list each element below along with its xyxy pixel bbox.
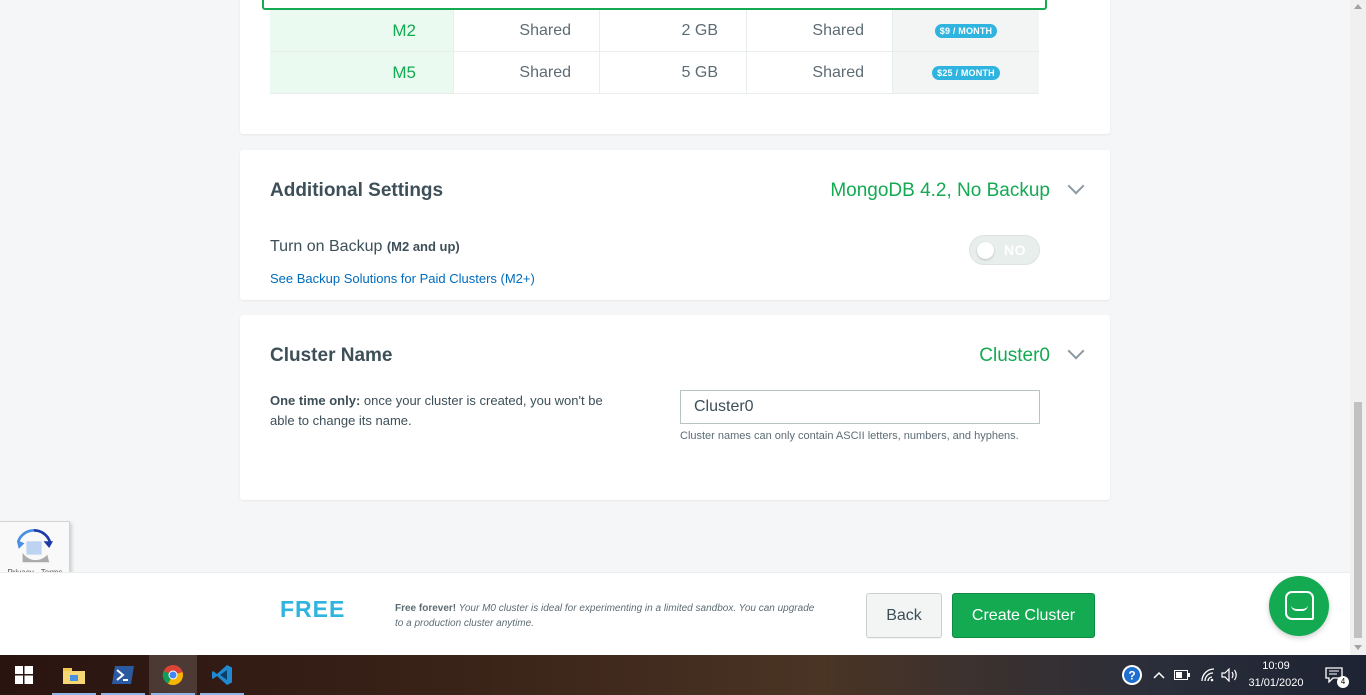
tier-name: M5	[270, 52, 454, 93]
wifi-icon	[1201, 668, 1215, 682]
chrome-icon	[162, 665, 183, 686]
tier-storage: 2 GB	[600, 10, 747, 51]
chat-icon[interactable]	[1269, 576, 1329, 636]
windows-taskbar: ? 10:09 31/01/2020 4	[0, 655, 1366, 695]
taskbar-chrome[interactable]	[149, 655, 197, 695]
scrollbar-thumb[interactable]	[1354, 402, 1362, 638]
powershell-icon	[112, 666, 134, 684]
backup-label: Turn on Backup (M2 and up)	[270, 238, 460, 256]
tier-table: M2 Shared 2 GB Shared $9 / MONTH M5 Shar…	[270, 10, 1039, 94]
main-content: M2 Shared 2 GB Shared $9 / MONTH M5 Shar…	[0, 0, 1350, 572]
backup-label-text: Turn on Backup	[270, 238, 383, 255]
help-tray[interactable]: ?	[1120, 655, 1144, 695]
tier-row-m2[interactable]: M2 Shared 2 GB Shared $9 / MONTH	[270, 10, 1039, 52]
taskbar-powershell[interactable]	[99, 655, 147, 695]
chevron-up-icon	[1153, 671, 1165, 679]
selected-tier-frame	[262, 0, 1047, 10]
battery-icon	[1174, 670, 1190, 680]
clock-date: 31/01/2020	[1248, 677, 1304, 689]
cluster-name-card: Cluster Name Cluster0 One time only: onc…	[240, 315, 1110, 500]
create-cluster-button[interactable]: Create Cluster	[952, 593, 1095, 638]
scroll-up-icon[interactable]	[1354, 4, 1362, 9]
vscode-icon	[212, 665, 232, 685]
scroll-down-icon[interactable]	[1354, 645, 1362, 650]
additional-settings-title[interactable]: Additional Settings	[270, 180, 443, 202]
wifi-tray[interactable]	[1198, 655, 1218, 695]
battery-tray[interactable]	[1172, 655, 1192, 695]
folder-icon	[63, 668, 85, 684]
cluster-name-summary[interactable]: Cluster0	[979, 345, 1050, 367]
footer-note-bold: Free forever!	[395, 603, 457, 614]
additional-settings-summary[interactable]: MongoDB 4.2, No Backup	[830, 180, 1050, 202]
windows-logo-icon	[15, 666, 33, 684]
toggle-knob	[977, 242, 994, 259]
tier-ram: Shared	[454, 10, 600, 51]
create-cluster-footer: FREE Free forever! Your M0 cluster is id…	[0, 572, 1350, 655]
show-hidden-icons[interactable]	[1150, 655, 1168, 695]
taskbar-vscode[interactable]	[198, 655, 246, 695]
additional-settings-card: Additional Settings MongoDB 4.2, No Back…	[240, 150, 1110, 300]
cluster-tier-card: M2 Shared 2 GB Shared $9 / MONTH M5 Shar…	[240, 0, 1110, 134]
back-button[interactable]: Back	[866, 593, 942, 638]
tier-price-cell: $9 / MONTH	[893, 10, 1039, 51]
footer-note-text: Your M0 cluster is ideal for experimenti…	[395, 603, 815, 629]
backup-qualifier: (M2 and up)	[386, 239, 460, 254]
toggle-state-label: NO	[1004, 242, 1026, 258]
cluster-name-input[interactable]	[680, 390, 1040, 424]
tier-cpu: Shared	[747, 10, 893, 51]
start-button[interactable]	[0, 655, 48, 695]
action-center[interactable]	[1322, 655, 1346, 695]
tier-cpu: Shared	[747, 52, 893, 93]
tier-price-badge: $25 / MONTH	[932, 65, 1000, 80]
notification-count-badge: 4	[1337, 676, 1349, 688]
chevron-down-icon[interactable]	[1067, 342, 1085, 360]
taskbar-clock[interactable]: 10:09 31/01/2020	[1236, 658, 1316, 692]
footer-note: Free forever! Your M0 cluster is ideal f…	[395, 601, 815, 631]
tier-row-m5[interactable]: M5 Shared 5 GB Shared $25 / MONTH	[270, 52, 1039, 94]
cluster-name-title[interactable]: Cluster Name	[270, 345, 393, 367]
backup-toggle[interactable]: NO	[969, 235, 1040, 265]
chevron-down-icon[interactable]	[1067, 177, 1085, 195]
help-icon: ?	[1122, 665, 1142, 685]
backup-solutions-link[interactable]: See Backup Solutions for Paid Clusters (…	[270, 271, 535, 286]
note-bold: One time only:	[270, 393, 361, 408]
cluster-name-help: Cluster names can only contain ASCII let…	[680, 430, 1019, 442]
tier-storage: 5 GB	[600, 52, 747, 93]
page-scrollbar[interactable]	[1350, 0, 1366, 655]
cluster-name-note: One time only: once your cluster is crea…	[270, 391, 630, 431]
tier-cost-label: FREE	[280, 596, 346, 622]
tier-name: M2	[270, 10, 454, 51]
svg-text:?: ?	[1128, 669, 1135, 683]
taskbar-file-explorer[interactable]	[50, 655, 98, 695]
recaptcha-icon	[16, 528, 53, 563]
tier-price-cell: $25 / MONTH	[893, 52, 1039, 93]
tier-price-badge: $9 / MONTH	[934, 23, 998, 38]
tier-ram: Shared	[454, 52, 600, 93]
clock-time: 10:09	[1262, 660, 1290, 672]
